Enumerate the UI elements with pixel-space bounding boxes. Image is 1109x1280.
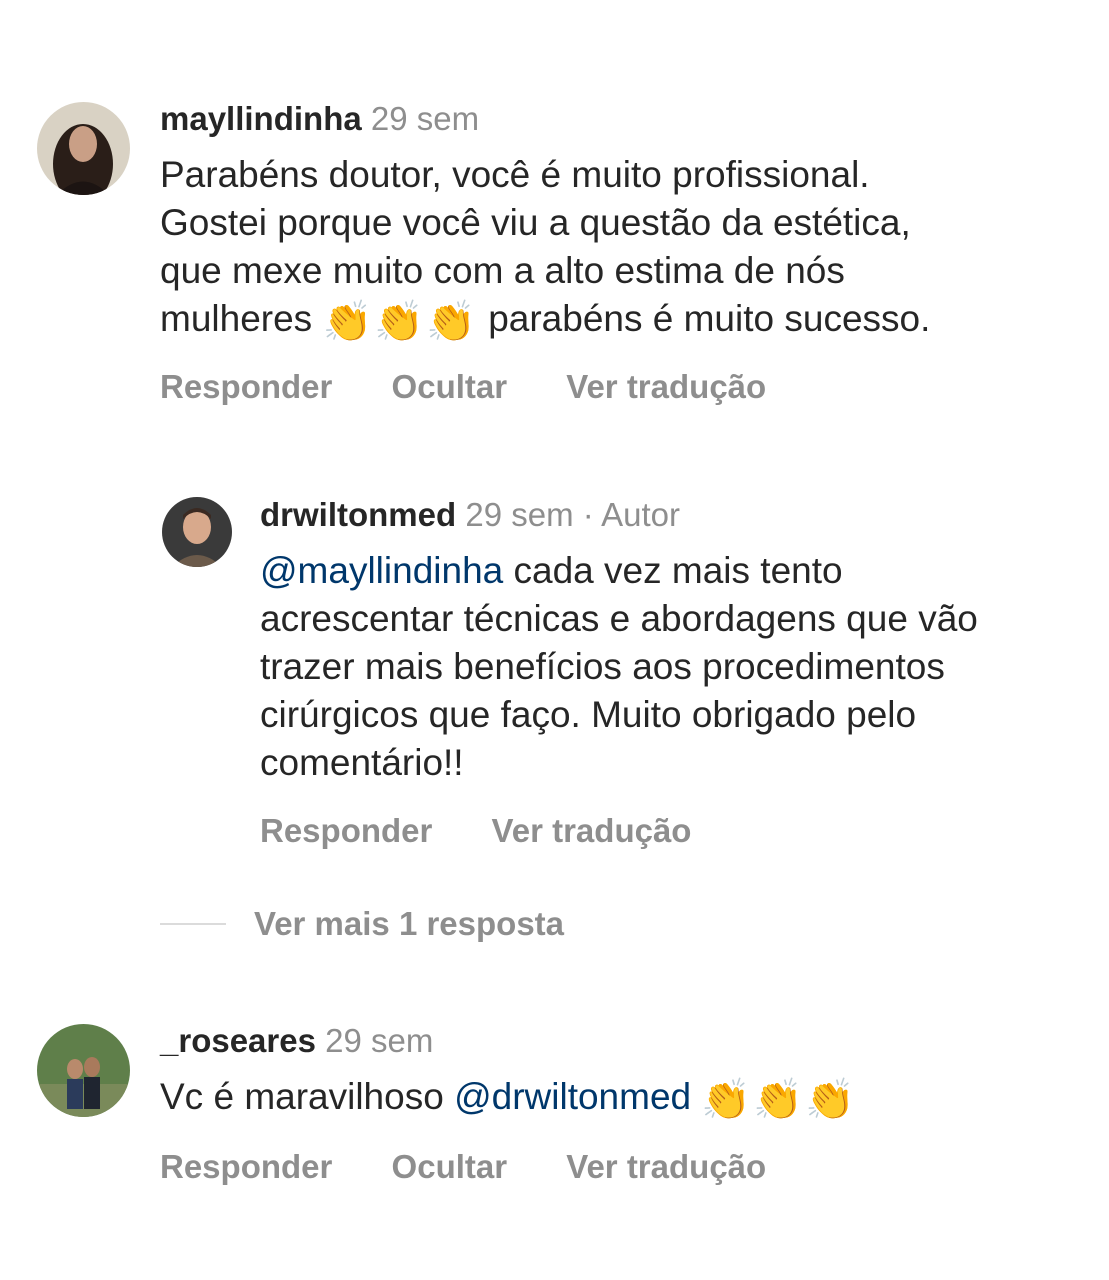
meta-separator: · (582, 496, 594, 533)
comment-text-segment: mulheres (160, 298, 313, 339)
avatar-photo-icon (37, 1024, 130, 1117)
avatar-photo-icon (37, 102, 130, 195)
comment-actions: Responder Ver tradução (260, 812, 741, 850)
comment-body: drwiltonmed 29 sem · Autor @mayllindinha… (260, 495, 978, 787)
avatar-photo-icon (162, 497, 232, 567)
comment-meta: _roseares 29 sem (160, 1021, 857, 1061)
mention-link[interactable]: @drwiltonmed (454, 1076, 691, 1117)
divider (160, 923, 226, 925)
avatar[interactable] (37, 102, 130, 195)
comment-actions: Responder Ocultar Ver tradução (160, 1148, 816, 1186)
username[interactable]: drwiltonmed (260, 496, 456, 533)
comment-line: mulheres 👏👏👏 parabéns é muito sucesso. (160, 295, 930, 343)
reply-button[interactable]: Responder (260, 812, 432, 849)
comment-text: Parabéns doutor, você é muito profission… (160, 151, 930, 343)
comment-text: Vc é maravilhoso @drwiltonmed 👏👏👏 (160, 1073, 857, 1121)
comment-line: Vc é maravilhoso @drwiltonmed 👏👏👏 (160, 1073, 857, 1121)
clapping-hands-icon: 👏 (374, 300, 425, 344)
comment-body: mayllindinha 29 sem Parabéns doutor, voc… (160, 99, 930, 343)
comment-line: trazer mais benefícios aos procedimentos (260, 646, 945, 687)
translate-button[interactable]: Ver tradução (566, 1148, 766, 1185)
comment-line: que mexe muito com a alto estima de nós (160, 250, 845, 291)
clapping-hands-icon: 👏 (426, 300, 476, 344)
author-badge: Autor (601, 496, 680, 533)
avatar[interactable] (162, 497, 232, 567)
timestamp[interactable]: 29 sem (371, 100, 479, 137)
comment-actions: Responder Ocultar Ver tradução (160, 368, 816, 406)
translate-button[interactable]: Ver tradução (566, 368, 766, 405)
view-more-replies-button[interactable]: Ver mais 1 resposta (160, 900, 564, 948)
clapping-hands-icon: 👏 (322, 300, 373, 344)
reply-button[interactable]: Responder (160, 1148, 332, 1185)
avatar[interactable] (37, 1024, 130, 1117)
comment-text-segment: cada vez mais tento (513, 550, 843, 591)
reply-button[interactable]: Responder (160, 368, 332, 405)
comment-meta: mayllindinha 29 sem (160, 99, 930, 139)
clapping-hands-icon: 👏 (805, 1078, 855, 1122)
timestamp[interactable]: 29 sem (465, 496, 573, 533)
comment-line: comentário!! (260, 742, 464, 783)
comment-meta: drwiltonmed 29 sem · Autor (260, 495, 978, 535)
username[interactable]: _roseares (160, 1022, 316, 1059)
comment-text: @mayllindinha cada vez mais tento acresc… (260, 547, 978, 787)
comment-text-segment: Vc é maravilhoso (160, 1076, 444, 1117)
comment-line: cirúrgicos que faço. Muito obrigado pelo (260, 694, 917, 735)
comment-line: Gostei porque você viu a questão da esté… (160, 202, 911, 243)
clapping-hands-icon: 👏 (701, 1078, 752, 1122)
username[interactable]: mayllindinha (160, 100, 362, 137)
hide-button[interactable]: Ocultar (392, 1148, 508, 1185)
comment-line: acrescentar técnicas e abordagens que vã… (260, 598, 978, 639)
comment-body: _roseares 29 sem Vc é maravilhoso @drwil… (160, 1021, 857, 1121)
comment-text-segment: parabéns é muito sucesso. (488, 298, 931, 339)
clapping-hands-icon: 👏 (753, 1078, 804, 1122)
hide-button[interactable]: Ocultar (392, 368, 508, 405)
timestamp[interactable]: 29 sem (325, 1022, 433, 1059)
translate-button[interactable]: Ver tradução (492, 812, 692, 849)
view-more-replies-label[interactable]: Ver mais 1 resposta (254, 905, 564, 943)
mention-link[interactable]: @mayllindinha (260, 550, 503, 591)
comment-line: Parabéns doutor, você é muito profission… (160, 154, 870, 195)
comment-line: @mayllindinha cada vez mais tento (260, 547, 978, 595)
